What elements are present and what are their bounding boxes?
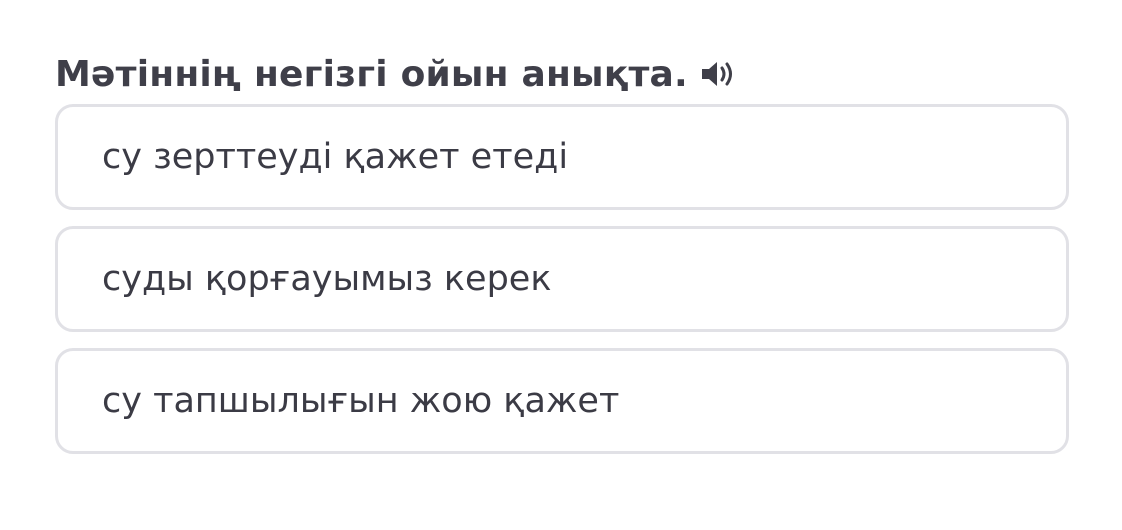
answer-option-1[interactable]: су зерттеуді қажет етеді bbox=[55, 104, 1069, 210]
quiz-panel: Мәтіннің негізгі ойын анықта. су зерттеу… bbox=[55, 44, 1069, 470]
answer-option-label: суды қорғауымыз керек bbox=[102, 259, 552, 299]
question-title: Мәтіннің негізгі ойын анықта. bbox=[55, 53, 688, 95]
answer-option-3[interactable]: су тапшылығын жою қажет bbox=[55, 348, 1069, 454]
speaker-icon-graphic bbox=[701, 62, 732, 86]
answer-option-label: су зерттеуді қажет етеді bbox=[102, 137, 569, 177]
speaker-icon[interactable] bbox=[698, 57, 738, 91]
answer-option-label: су тапшылығын жою қажет bbox=[102, 381, 620, 421]
answer-options: су зерттеуді қажет етеді суды қорғауымыз… bbox=[55, 104, 1069, 454]
question-header: Мәтіннің негізгі ойын анықта. bbox=[55, 44, 1069, 104]
answer-option-2[interactable]: суды қорғауымыз керек bbox=[55, 226, 1069, 332]
